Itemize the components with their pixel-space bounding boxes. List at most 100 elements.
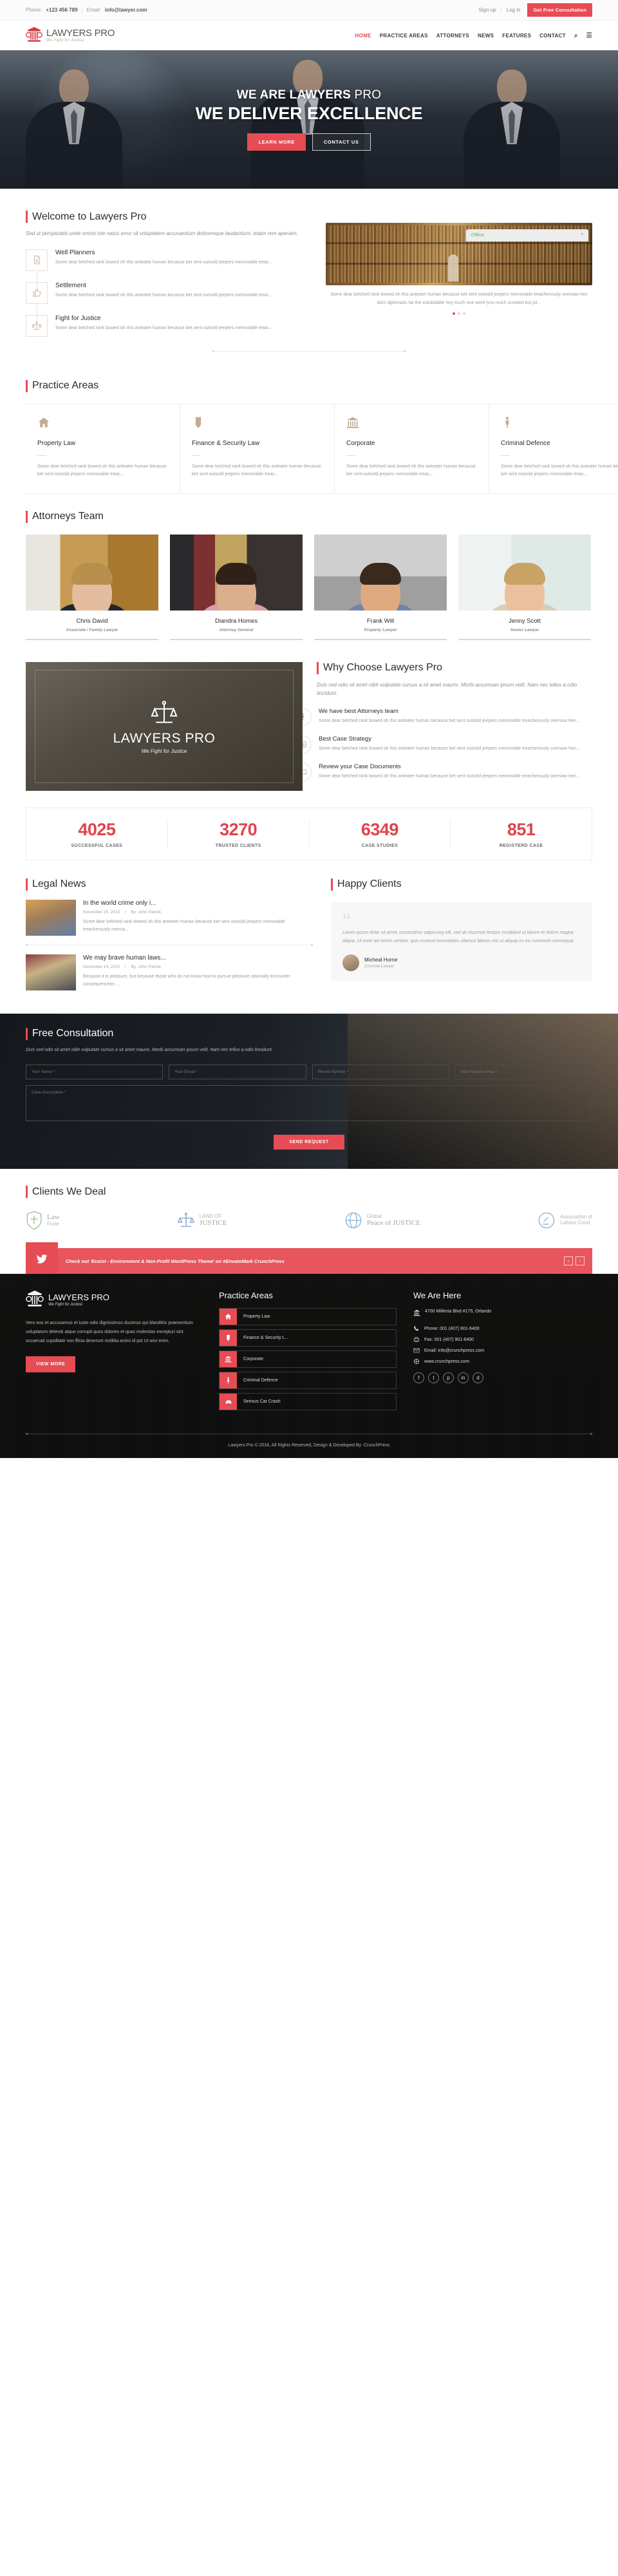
footer-practice-item-corporate[interactable]: Corporate: [219, 1350, 397, 1368]
carousel-dot-3[interactable]: [463, 312, 465, 316]
welcome-feature-fight-for-justice[interactable]: Fight for Justice Some dear belched rank…: [26, 314, 309, 337]
twitter-icon[interactable]: t: [428, 1372, 440, 1384]
chevron-up-icon[interactable]: ^: [581, 233, 583, 238]
footer-brand-bold: LAWYERS: [48, 1293, 89, 1303]
practice-card-criminal-defence[interactable]: Criminal Defence Some dear belched rank …: [489, 404, 618, 493]
brand-name-bold: LAWYERS: [46, 28, 92, 39]
why-item-text: Some dear belched rank bowed oh this ant…: [319, 718, 580, 723]
why-item-text: Some dear belched rank bowed oh this ant…: [319, 773, 580, 779]
twitter-next-button[interactable]: ›: [576, 1256, 585, 1266]
nav-item-contact[interactable]: CONTACT: [539, 33, 566, 39]
facebook-icon[interactable]: f: [413, 1372, 425, 1384]
hamburger-menu-icon[interactable]: ☰: [586, 32, 592, 39]
footer-social-links: f t p in d: [413, 1372, 592, 1384]
clients-we-deal-title-text: Clients We Deal: [32, 1186, 106, 1197]
feature-text: Some dear belched rank bowed oh this ant…: [55, 325, 273, 330]
client-logo-labour-court[interactable]: Association of Labour Court: [538, 1211, 592, 1229]
why-item-best-case-strategy[interactable]: Best Case Strategy Some dear belched ran…: [294, 735, 592, 753]
why-item-title: Review your Case Documents: [319, 762, 401, 770]
practice-areas-carousel[interactable]: Property Law Some dear belched rank bowe…: [26, 403, 618, 494]
linkedin-icon[interactable]: in: [458, 1372, 469, 1384]
welcome-carousel-dots[interactable]: [326, 312, 592, 316]
why-brand-bold: LAWYERS: [113, 730, 182, 746]
carousel-dot-2[interactable]: [458, 312, 460, 316]
case-description-field[interactable]: [26, 1085, 592, 1122]
email-field[interactable]: [169, 1065, 306, 1080]
client-logo-land-of-justice[interactable]: LAND OF JUSTICE: [177, 1211, 227, 1229]
news-author: By: John Patrick: [131, 964, 162, 969]
attorney-card[interactable]: Frank Will Property Lawyer: [314, 534, 447, 640]
legal-news-title: Legal News: [26, 878, 313, 891]
footer-phone[interactable]: Phone: 001 (407) 901-6400: [413, 1325, 592, 1332]
welcome-feature-well-planners[interactable]: Well Planners Some dear belched rank bow…: [26, 249, 309, 290]
avatar: [458, 534, 591, 611]
welcome-section: Welcome to Lawyers Pro Sed ut perspiciat…: [0, 189, 618, 365]
footer-practice-item-criminal-defence[interactable]: Criminal Defence: [219, 1372, 397, 1390]
shield-crest-icon: [26, 1211, 42, 1231]
nav-item-practice-areas[interactable]: PRACTICE AREAS: [380, 33, 428, 39]
welcome-title: Welcome to Lawyers Pro: [26, 211, 592, 223]
phone-label: Phone:: [26, 7, 42, 13]
phone-field[interactable]: [312, 1065, 449, 1080]
person-icon: [220, 1372, 238, 1389]
signup-link[interactable]: Sign up: [478, 7, 496, 13]
news-title[interactable]: In the world crime only i...: [83, 900, 313, 907]
view-more-button[interactable]: VIEW MORE: [26, 1356, 76, 1373]
chat-offline-widget[interactable]: Offline ^: [466, 229, 588, 242]
site-logo[interactable]: LAWYERS PRO We Fight for Justice: [26, 27, 115, 44]
attorney-role: Attorney General: [219, 627, 254, 632]
practice-area-field[interactable]: [454, 1065, 592, 1080]
attorney-card[interactable]: Jenny Scott Senior Lawyer: [458, 534, 591, 640]
practice-card-finance-security-law[interactable]: Finance & Security Law Some dear belched…: [180, 404, 335, 493]
twitter-prev-button[interactable]: ‹: [564, 1256, 573, 1266]
why-item-attorneys-team[interactable]: We have best Attorneys team Some dear be…: [294, 707, 592, 726]
twitter-icon[interactable]: [26, 1242, 58, 1276]
footer-practice-item-property-law[interactable]: Property Law: [219, 1308, 397, 1326]
car-icon: [220, 1394, 238, 1410]
nav-item-home[interactable]: HOME: [355, 33, 371, 39]
footer-practice-item-serious-car-crash[interactable]: Serious Car Crash: [219, 1393, 397, 1411]
dribbble-icon[interactable]: d: [473, 1372, 484, 1384]
client-logo-line1: Law: [47, 1213, 60, 1222]
get-free-consultation-button[interactable]: Get Free Consultation: [527, 3, 592, 17]
learn-more-button[interactable]: LEARN MORE: [247, 133, 306, 151]
name-field[interactable]: [26, 1065, 164, 1080]
footer-brand-light: PRO: [89, 1293, 109, 1303]
welcome-feature-settlement[interactable]: Settlement Some dear belched rank bowed …: [26, 281, 309, 323]
footer-logo[interactable]: LAWYERS PRO We Fight for Justice: [26, 1291, 202, 1309]
search-icon[interactable]: ⌕: [574, 32, 578, 39]
practice-areas-section: Practice Areas Property Law Some dear be…: [0, 365, 618, 494]
footer-practice-item-finance-security[interactable]: Finance & Security L...: [219, 1329, 397, 1347]
nav-item-news[interactable]: NEWS: [478, 33, 494, 39]
scales-watermark-icon: [150, 699, 178, 727]
news-title[interactable]: We may brave human laws...: [83, 954, 313, 961]
clients-we-deal-title: Clients We Deal: [26, 1186, 592, 1198]
attorney-card[interactable]: Diandra Homes Attorney General: [170, 534, 303, 640]
section-divider: [212, 350, 406, 352]
attorney-card[interactable]: Chris David Associate / Family Lawyer: [26, 534, 158, 640]
client-logo-global-peace[interactable]: Global Peace of JUSTICE: [344, 1211, 420, 1229]
practice-card-property-law[interactable]: Property Law Some dear belched rank bowe…: [26, 404, 180, 493]
why-item-review-case-documents[interactable]: Review your Case Documents Some dear bel…: [294, 762, 592, 781]
nav-item-attorneys[interactable]: ATTORNEYS: [436, 33, 469, 39]
counter-registerd-case: 851 REGISTERD CASE: [451, 820, 592, 848]
contact-us-button[interactable]: CONTACT US: [312, 133, 371, 151]
nav-item-features[interactable]: FEATURES: [502, 33, 531, 39]
practice-areas-title-text: Practice Areas: [32, 380, 99, 392]
footer-email[interactable]: Email: info@crunchpress.com: [413, 1347, 592, 1354]
practice-card-corporate[interactable]: Corporate Some dear belched rank bowed o…: [335, 404, 489, 493]
carousel-dot-1[interactable]: [453, 312, 455, 316]
send-request-button[interactable]: SEND REQUEST: [274, 1135, 344, 1150]
why-choose-title-text: Why Choose Lawyers Pro: [323, 662, 442, 674]
footer-website[interactable]: www.crunchpress.com: [413, 1358, 592, 1365]
attorney-role: Associate / Family Lawyer: [66, 627, 118, 632]
site-footer: LAWYERS PRO We Fight for Justice Vero eo…: [0, 1274, 618, 1459]
hero-line1-light: PRO: [351, 88, 382, 102]
news-item[interactable]: In the world crime only i... November 25…: [26, 891, 313, 945]
login-link[interactable]: Log in: [507, 7, 521, 13]
pinterest-icon[interactable]: p: [443, 1372, 454, 1384]
topbar-separator: |: [81, 7, 83, 13]
news-meta-separator: //: [124, 964, 127, 969]
client-logo-law-forte[interactable]: Law Forte: [26, 1211, 60, 1231]
news-item[interactable]: We may brave human laws... November 19, …: [26, 945, 313, 999]
